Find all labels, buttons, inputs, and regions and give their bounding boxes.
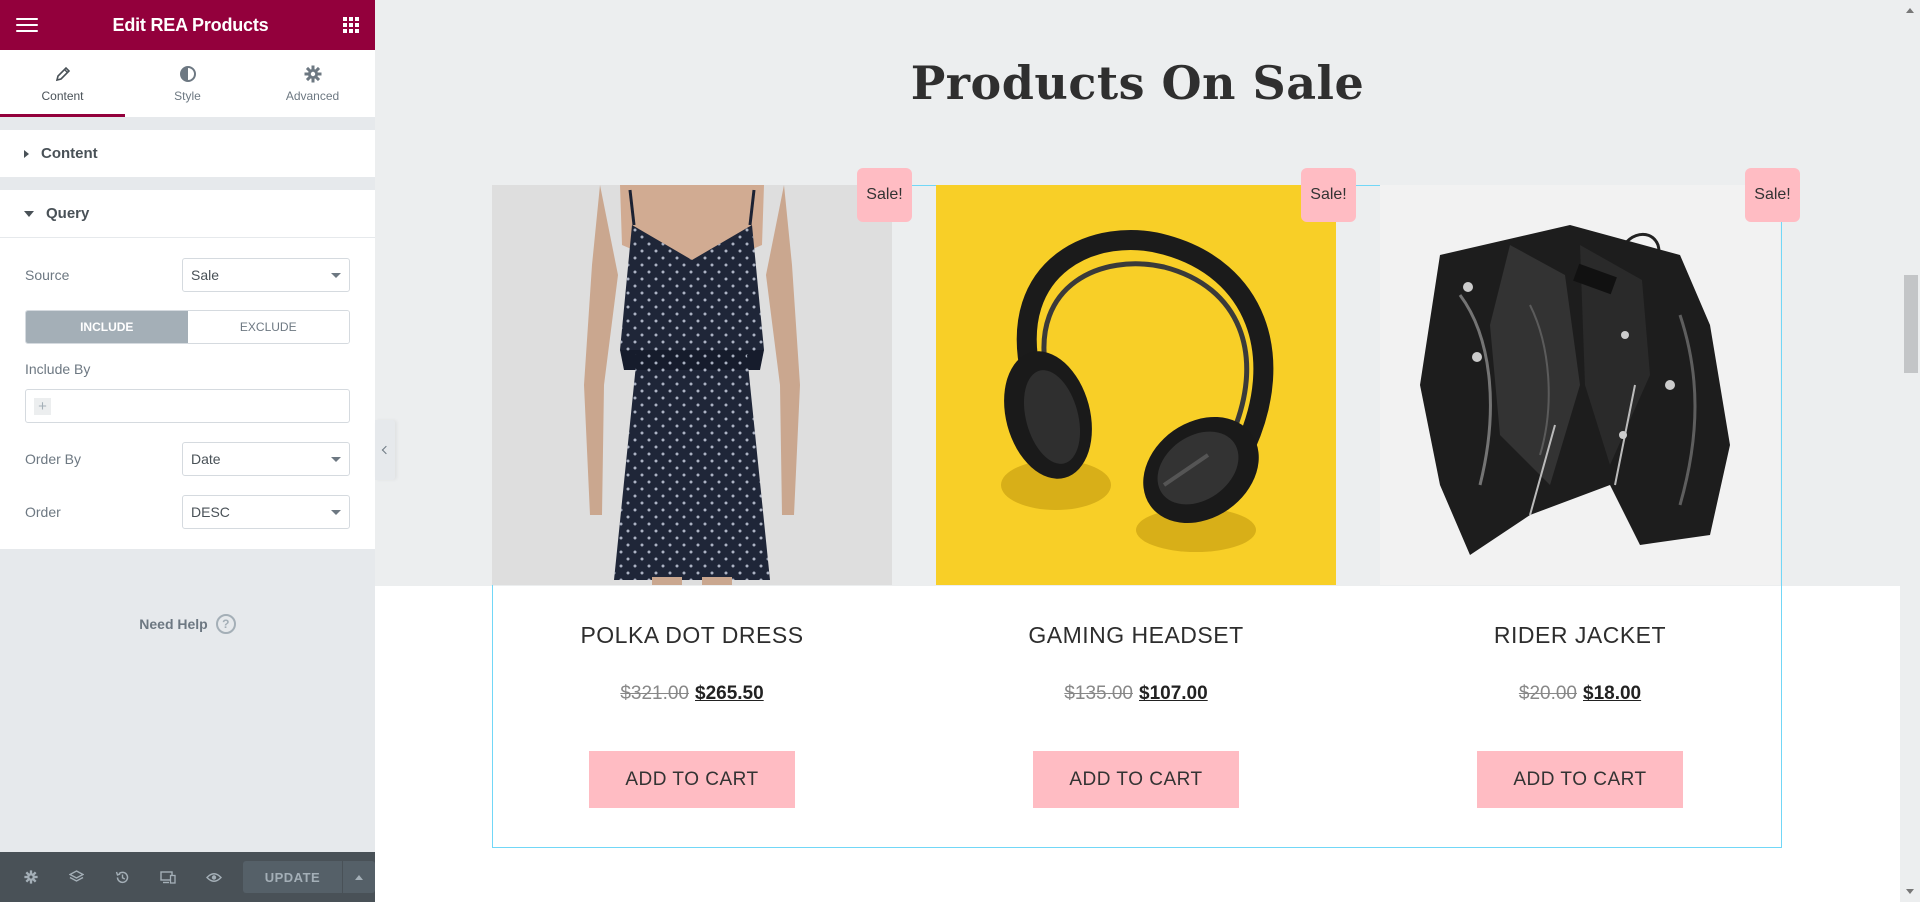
product-price: $321.00 $265.50 bbox=[492, 683, 892, 705]
panel-title: Edit REA Products bbox=[112, 14, 269, 35]
caret-down-icon bbox=[24, 210, 34, 217]
scroll-down-arrow-icon[interactable] bbox=[1906, 889, 1914, 894]
plus-icon: + bbox=[34, 397, 51, 415]
pencil-icon bbox=[55, 65, 71, 83]
tab-advanced[interactable]: Advanced bbox=[250, 50, 375, 117]
query-section-toggle[interactable]: Query bbox=[0, 190, 375, 238]
tab-advanced-label: Advanced bbox=[285, 88, 340, 103]
sale-price: $107.00 bbox=[1139, 683, 1208, 704]
order-by-select[interactable]: Date bbox=[182, 442, 350, 476]
product-card[interactable] bbox=[1380, 185, 1780, 585]
order-value: DESC bbox=[191, 504, 230, 520]
include-tab[interactable]: INCLUDE bbox=[26, 311, 188, 343]
product-image-rider-jacket[interactable] bbox=[1380, 185, 1780, 585]
source-select[interactable]: Sale bbox=[182, 258, 350, 292]
tab-style-label: Style bbox=[174, 88, 201, 103]
sale-badge: Sale! bbox=[1745, 168, 1800, 222]
sale-price: $18.00 bbox=[1583, 683, 1642, 704]
order-by-label: Order By bbox=[25, 451, 82, 467]
dropdown-arrow-icon bbox=[331, 509, 341, 515]
include-by-control: Include By bbox=[0, 361, 375, 377]
sale-badge: Sale! bbox=[1301, 168, 1356, 222]
add-to-cart-button[interactable]: ADD TO CART bbox=[1033, 751, 1239, 808]
product-image-gaming-headset[interactable] bbox=[936, 185, 1336, 585]
panel-footer: UPDATE bbox=[0, 852, 375, 902]
query-section-label: Query bbox=[46, 205, 90, 222]
include-by-input[interactable]: + bbox=[25, 389, 350, 423]
exclude-tab[interactable]: EXCLUDE bbox=[187, 311, 349, 343]
product-card[interactable] bbox=[936, 185, 1336, 585]
vertical-scrollbar[interactable] bbox=[1900, 0, 1920, 902]
widgets-grid-icon[interactable] bbox=[342, 17, 359, 33]
editor-panel: Edit REA Products Content Style Advanced bbox=[0, 0, 375, 902]
query-section: Query Source Sale INCLUDE EXCLUDE Includ… bbox=[0, 190, 375, 549]
page-preview: Products On Sale Sale! POLKA DOT DRESS $… bbox=[375, 0, 1920, 902]
original-price: $321.00 bbox=[620, 683, 689, 704]
dropdown-arrow-icon bbox=[331, 272, 341, 278]
include-exclude-switch: INCLUDE EXCLUDE bbox=[25, 310, 350, 344]
source-control: Source Sale bbox=[0, 258, 375, 292]
dropdown-arrow-icon bbox=[331, 456, 341, 462]
content-section-label: Content bbox=[41, 145, 98, 162]
scroll-thumb[interactable] bbox=[1904, 275, 1918, 373]
scroll-up-arrow-icon[interactable] bbox=[1906, 8, 1914, 13]
original-price: $20.00 bbox=[1518, 683, 1577, 704]
content-section-toggle[interactable]: Content bbox=[0, 130, 375, 178]
order-by-control: Order By Date bbox=[0, 442, 375, 476]
sale-badge: Sale! bbox=[857, 168, 912, 222]
question-mark-icon: ? bbox=[215, 614, 236, 634]
product-price: $135.00 $107.00 bbox=[936, 683, 1336, 705]
source-label: Source bbox=[25, 267, 70, 283]
caret-right-icon bbox=[24, 149, 29, 158]
content-section: Content bbox=[0, 130, 375, 178]
panel-tabs: Content Style Advanced bbox=[0, 50, 375, 118]
product-card[interactable] bbox=[492, 185, 892, 585]
need-help-link[interactable]: Need Help ? bbox=[0, 614, 375, 634]
add-to-cart-button[interactable]: ADD TO CART bbox=[589, 751, 795, 808]
include-by-label: Include By bbox=[25, 361, 91, 377]
gear-icon bbox=[304, 65, 322, 83]
layers-icon[interactable] bbox=[54, 852, 100, 902]
half-circle-icon bbox=[179, 65, 197, 83]
product-price: $20.00 $18.00 bbox=[1380, 683, 1780, 705]
order-by-value: Date bbox=[191, 451, 221, 467]
product-image-polka-dot-dress[interactable] bbox=[492, 185, 892, 585]
update-options-caret-icon[interactable] bbox=[343, 861, 375, 893]
panel-header: Edit REA Products bbox=[0, 0, 375, 50]
update-button[interactable]: UPDATE bbox=[242, 861, 343, 893]
responsive-icon[interactable] bbox=[145, 852, 191, 902]
tab-content-label: Content bbox=[41, 88, 84, 103]
sale-price: $265.50 bbox=[695, 683, 764, 704]
need-help-label: Need Help bbox=[139, 616, 208, 632]
tab-style[interactable]: Style bbox=[125, 50, 250, 117]
section-title: Products On Sale bbox=[910, 56, 1365, 110]
tab-content[interactable]: Content bbox=[0, 50, 125, 117]
product-title[interactable]: POLKA DOT DRESS bbox=[492, 622, 892, 649]
order-label: Order bbox=[25, 504, 61, 520]
settings-icon[interactable] bbox=[8, 852, 54, 902]
order-select[interactable]: DESC bbox=[182, 495, 350, 529]
source-value: Sale bbox=[191, 267, 220, 283]
preview-eye-icon[interactable] bbox=[191, 852, 237, 902]
original-price: $135.00 bbox=[1064, 683, 1133, 704]
add-to-cart-button[interactable]: ADD TO CART bbox=[1477, 751, 1683, 808]
order-control: Order DESC bbox=[0, 495, 375, 529]
hamburger-menu-icon[interactable] bbox=[16, 18, 38, 32]
product-title[interactable]: GAMING HEADSET bbox=[936, 622, 1336, 649]
history-icon[interactable] bbox=[100, 852, 146, 902]
product-title[interactable]: RIDER JACKET bbox=[1380, 622, 1780, 649]
